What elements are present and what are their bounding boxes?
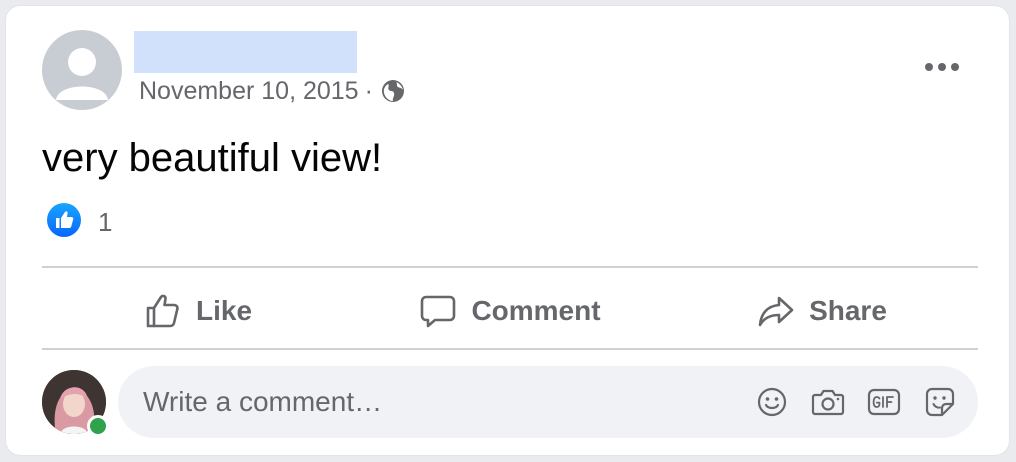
emoji-icon[interactable]: [752, 382, 792, 422]
camera-icon[interactable]: [808, 382, 848, 422]
comment-bubble-icon: [421, 295, 456, 328]
divider-bottom: [42, 348, 978, 350]
author-name-redacted[interactable]: [134, 31, 357, 73]
post-card: November 10, 2015 · very beautiful view!: [6, 6, 1009, 455]
thumbs-up-icon: [146, 294, 179, 328]
comment-input[interactable]: [118, 371, 736, 433]
like-button[interactable]: Like: [42, 276, 354, 346]
reaction-count: 1: [98, 206, 113, 237]
more-options-button[interactable]: [918, 52, 966, 82]
more-horizontal-icon: [925, 63, 959, 71]
share-arrow-icon: [758, 296, 794, 327]
gif-icon[interactable]: [864, 382, 904, 422]
reactions-summary[interactable]: 1: [46, 202, 113, 243]
post-text: very beautiful view!: [42, 136, 383, 180]
comment-label: Comment: [471, 295, 601, 326]
meta-separator: ·: [364, 76, 373, 105]
author-avatar[interactable]: [42, 30, 122, 110]
comment-composer: [118, 366, 978, 438]
share-button[interactable]: Share: [666, 276, 978, 346]
like-label: Like: [195, 295, 253, 326]
sticker-icon[interactable]: [920, 382, 960, 422]
composer-icons: [736, 382, 960, 422]
like-reaction-icon: [46, 202, 82, 243]
globe-icon[interactable]: [381, 79, 405, 103]
action-bar: Like Comment Share: [42, 276, 978, 346]
online-status-indicator: [87, 415, 109, 437]
share-label: Share: [809, 295, 887, 326]
comment-button[interactable]: Comment: [354, 276, 666, 346]
post-date[interactable]: November 10, 2015: [139, 77, 359, 106]
post-meta: November 10, 2015 ·: [139, 76, 405, 106]
divider-top: [42, 266, 978, 268]
